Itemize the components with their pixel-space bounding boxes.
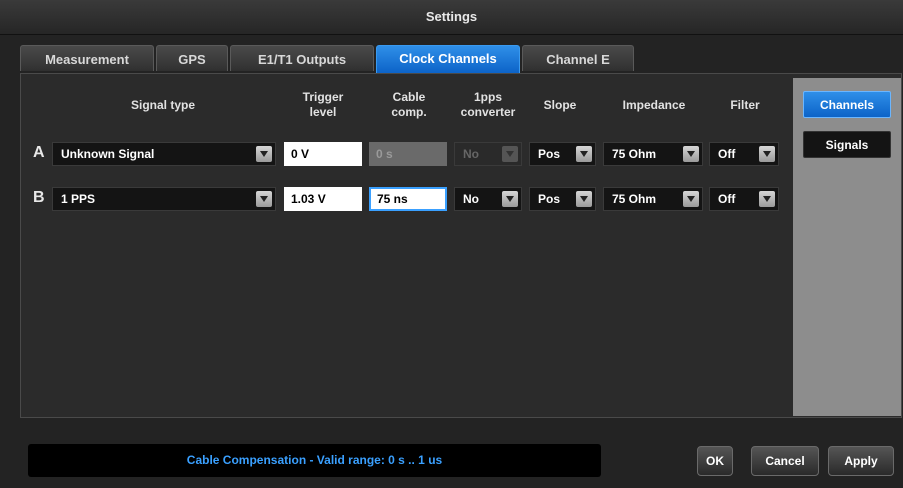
dropdown-arrow-icon: [576, 146, 592, 162]
channels-button[interactable]: Channels: [803, 91, 891, 118]
tab-channel-e[interactable]: Channel E: [522, 45, 634, 71]
header-signal-type: Signal type: [130, 98, 195, 112]
dropdown-arrow-icon: [759, 146, 775, 162]
dropdown-arrow-icon: [683, 146, 699, 162]
pps-converter-value: No: [463, 147, 479, 161]
row-label-a: A: [33, 144, 45, 161]
ok-button[interactable]: OK: [697, 446, 733, 476]
apply-button[interactable]: Apply: [828, 446, 894, 476]
side-panel: [793, 78, 901, 416]
slope-select-b[interactable]: Pos: [529, 187, 596, 211]
cancel-button[interactable]: Cancel: [751, 446, 819, 476]
pps-converter-value: No: [463, 192, 479, 206]
filter-value: Off: [718, 147, 736, 161]
header-slope: Slope: [543, 98, 577, 112]
signal-type-select-a[interactable]: Unknown Signal: [52, 142, 276, 166]
window-title: Settings: [0, 0, 903, 35]
dropdown-arrow-icon: [759, 191, 775, 207]
signal-type-value: 1 PPS: [61, 192, 96, 206]
row-label-b: B: [33, 189, 45, 206]
tab-gps[interactable]: GPS: [156, 45, 228, 71]
header-filter: Filter: [730, 98, 760, 112]
slope-value: Pos: [538, 192, 561, 206]
impedance-value: 75 Ohm: [612, 192, 657, 206]
impedance-value: 75 Ohm: [612, 147, 657, 161]
signal-type-value: Unknown Signal: [61, 147, 155, 161]
filter-select-b[interactable]: Off: [709, 187, 779, 211]
dropdown-arrow-icon: [256, 191, 272, 207]
slope-select-a[interactable]: Pos: [529, 142, 596, 166]
cable-comp-input-a[interactable]: 0 s: [369, 142, 447, 166]
cable-comp-input-b[interactable]: 75 ns: [369, 187, 447, 211]
dropdown-arrow-icon: [502, 191, 518, 207]
tab-e1t1-outputs[interactable]: E1/T1 Outputs: [230, 45, 374, 71]
tab-measurement[interactable]: Measurement: [20, 45, 154, 71]
signal-type-select-b[interactable]: 1 PPS: [52, 187, 276, 211]
trigger-level-input-a[interactable]: 0 V: [284, 142, 362, 166]
pps-converter-select-b[interactable]: No: [454, 187, 522, 211]
header-cable-comp: Cable comp.: [391, 90, 427, 119]
settings-window: Settings Measurement GPS E1/T1 Outputs C…: [0, 0, 903, 488]
tab-bar: Measurement GPS E1/T1 Outputs Clock Chan…: [20, 45, 636, 73]
impedance-select-b[interactable]: 75 Ohm: [603, 187, 703, 211]
clock-channels-panel: [20, 73, 902, 418]
header-1pps-converter: 1pps converter: [460, 90, 516, 119]
dropdown-arrow-icon: [576, 191, 592, 207]
signals-button[interactable]: Signals: [803, 131, 891, 158]
pps-converter-select-a[interactable]: No: [454, 142, 522, 166]
filter-value: Off: [718, 192, 736, 206]
status-message: Cable Compensation - Valid range: 0 s ..…: [28, 444, 601, 477]
header-trigger-level: Trigger level: [302, 90, 344, 119]
header-impedance: Impedance: [622, 98, 686, 112]
tab-clock-channels[interactable]: Clock Channels: [376, 45, 520, 73]
impedance-select-a[interactable]: 75 Ohm: [603, 142, 703, 166]
trigger-level-input-b[interactable]: 1.03 V: [284, 187, 362, 211]
dropdown-arrow-icon: [256, 146, 272, 162]
filter-select-a[interactable]: Off: [709, 142, 779, 166]
dropdown-arrow-icon: [502, 146, 518, 162]
slope-value: Pos: [538, 147, 561, 161]
dropdown-arrow-icon: [683, 191, 699, 207]
